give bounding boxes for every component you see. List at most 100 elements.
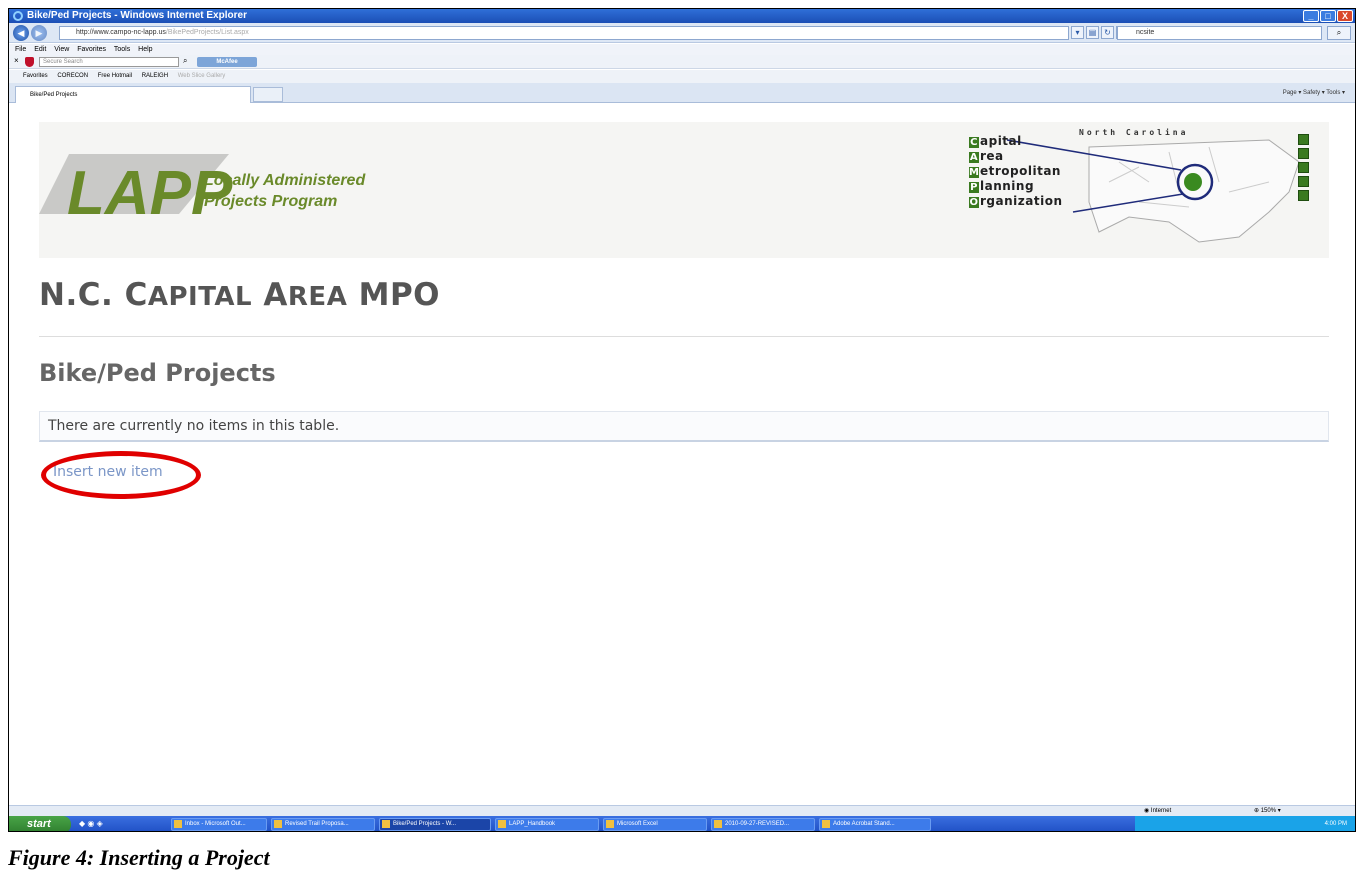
task-bike-ped-projects[interactable]: Bike/Ped Projects - W... [379,818,491,831]
mcafee-shield-icon [25,57,34,67]
status-bar: ◉ Internet ⊕ 150% ▾ [9,805,1355,816]
task-microsoft-excel[interactable]: Microsoft Excel [603,818,707,831]
page-content: LAPP Locally Administered Projects Progr… [9,104,1355,814]
tab-bar: Bike/Ped Projects Page ▾ Safety ▾ Tools … [9,83,1355,103]
mcafee-button[interactable]: McAfee [197,57,257,67]
title-word-mpo: MPO [358,277,441,313]
menu-tools[interactable]: Tools [114,46,130,53]
windows-taskbar: start ◆ ◉ ◈ Inbox - Microsoft Out... Rev… [9,816,1355,831]
task-label: Adobe Acrobat Stand... [833,821,895,827]
campo-word-area: Area [969,149,1004,163]
acrobat-icon [822,820,830,828]
lapp-tagline-line1: Locally Administered [204,172,366,189]
car-icon [1298,162,1309,173]
campo-word-capital: Capital [969,134,1022,148]
campo-logo: North Carolina Capital Area Metropolitan… [969,122,1319,258]
security-zone: ◉ Internet [1144,808,1172,814]
address-bar[interactable]: http://www.campo-nc-lapp.us/BikePedProje… [59,26,1069,40]
close-button[interactable]: X [1337,10,1353,22]
secure-search-input[interactable]: Secure Search [39,57,179,67]
minimize-button[interactable]: _ [1303,10,1319,22]
menu-view[interactable]: View [54,46,69,53]
title-word-area: rea [287,282,348,312]
document-icon [714,820,722,828]
menu-file[interactable]: File [15,46,26,53]
campo-rest-area: rea [980,149,1004,163]
search-input[interactable]: ncsite [1117,26,1322,40]
campo-letter-p: P [969,182,979,193]
task-lapp-handbook[interactable]: LAPP_Handbook [495,818,599,831]
task-revised-trail[interactable]: Revised Trail Proposa... [271,818,375,831]
command-bar[interactable]: Page ▾ Safety ▾ Tools ▾ [1283,87,1345,99]
title-initial-c: C [77,277,101,313]
ie-icon [382,820,390,828]
toolbar-close-icon[interactable]: × [14,56,19,65]
folder-icon [498,820,506,828]
section-title: Bike/Ped Projects [39,359,276,387]
menu-help[interactable]: Help [138,46,152,53]
menu-bar: File Edit View Favorites Tools Help [9,44,1355,55]
search-button[interactable]: ⌕ [1327,26,1351,40]
campo-rest-capital: apital [980,134,1022,148]
new-tab-button[interactable] [253,87,283,102]
campo-word-organization: Organization [969,194,1062,208]
highlight-annotation-oval [41,451,201,499]
fav-corecon[interactable]: CORECON [57,73,88,79]
task-label: Revised Trail Proposa... [285,821,349,827]
campo-letter-a: A [969,152,979,163]
campo-rest-planning: lanning [980,179,1035,193]
window-title-bar: Bike/Ped Projects - Windows Internet Exp… [9,9,1355,23]
fav-raleigh[interactable]: RALEIGH [142,73,168,79]
campo-letter-c: C [969,137,979,148]
train-icon [1298,148,1309,159]
favorites-button[interactable]: Favorites [23,73,48,79]
refresh-icon[interactable]: ↻ [1101,26,1114,39]
campo-letter-o: O [969,197,979,208]
fav-free-hotmail[interactable]: Free Hotmail [98,73,132,79]
fav-web-slice-gallery[interactable]: Web Slice Gallery [178,73,226,79]
title-initial-n: N [39,277,66,313]
system-tray: 4:00 PM [1135,816,1355,831]
title-initial-area: A [263,277,288,313]
pedestrian-icon [1298,190,1309,201]
url-host: http://www.campo-nc-lapp.us [76,29,166,36]
bike-icon [1298,176,1309,187]
campo-word-metropolitan: Metropolitan [969,164,1061,178]
ie-logo-icon [13,11,23,21]
figure-caption: Figure 4: Inserting a Project [8,845,270,870]
task-adobe-acrobat[interactable]: Adobe Acrobat Stand... [819,818,931,831]
task-inbox[interactable]: Inbox - Microsoft Out... [171,818,267,831]
word-icon [274,820,282,828]
zone-label: Internet [1150,808,1172,814]
zoom-level[interactable]: ⊕ 150% ▾ [1254,806,1281,816]
task-revised-doc[interactable]: 2010-09-27-REVISED... [711,818,815,831]
tab-bike-ped-projects[interactable]: Bike/Ped Projects [15,86,251,103]
menu-favorites[interactable]: Favorites [77,46,106,53]
dropdown-icon[interactable]: ▾ [1071,26,1084,39]
campo-rest-organization: rganization [980,194,1063,208]
favorites-bar: Favorites CORECON Free Hotmail RALEIGH W… [9,70,1355,83]
page-title: N.C. Capital Area MPO [39,277,441,313]
window-title: Bike/Ped Projects - Windows Internet Exp… [27,10,247,21]
task-label: Microsoft Excel [617,821,658,827]
menu-edit[interactable]: Edit [34,46,46,53]
maximize-button[interactable]: □ [1320,10,1336,22]
secure-search-icon[interactable]: ⌕ [183,56,187,66]
outlook-icon [174,820,182,828]
excel-icon [606,820,614,828]
transport-icons [1298,134,1309,201]
north-carolina-label: North Carolina [1079,128,1189,137]
screenshot-frame: Bike/Ped Projects - Windows Internet Exp… [8,8,1356,832]
start-button[interactable]: start [9,816,71,831]
campo-word-planning: Planning [969,179,1034,193]
zoom-value: 150% [1260,808,1277,814]
compatibility-icon[interactable]: ▤ [1086,26,1099,39]
title-initial-capital: C [124,277,148,313]
site-banner: LAPP Locally Administered Projects Progr… [39,122,1329,258]
campo-letter-m: M [969,167,980,178]
bus-icon [1298,134,1309,145]
forward-button[interactable]: ▶ [31,25,47,41]
back-button[interactable]: ◀ [13,25,29,41]
title-word-capital: apital [147,282,253,312]
task-label: LAPP_Handbook [509,821,556,827]
